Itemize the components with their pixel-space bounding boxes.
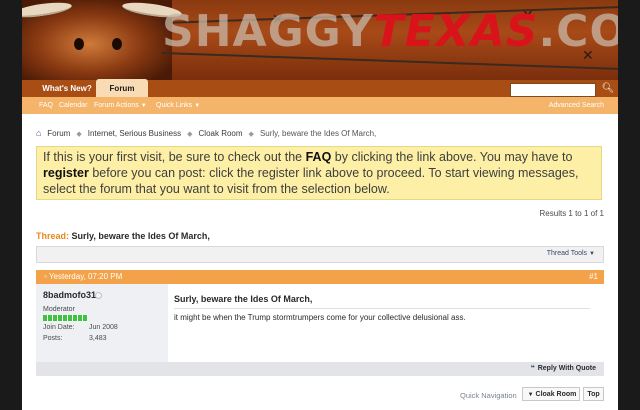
menu-quick-links[interactable]: Quick Links ▼	[156, 97, 200, 114]
posts-label: Posts:	[43, 335, 63, 342]
site-logo[interactable]: SHAGGYTEXAS.COM	[162, 2, 618, 62]
thread-label: Thread:	[36, 231, 70, 241]
breadcrumb-forum[interactable]: Forum	[47, 129, 70, 138]
search-input[interactable]	[510, 83, 596, 97]
notice-faq-link[interactable]: FAQ	[306, 150, 332, 164]
forum-actions-label: Forum Actions	[94, 102, 139, 109]
post-date-text: Yesterday, 07:20 PM	[48, 272, 123, 281]
cow-eye-left	[74, 38, 84, 50]
link-calendar[interactable]: Calendar	[59, 97, 87, 114]
page: ✕ ✕ ✕ SHAGGYTEXAS.COM What's New? Forum …	[22, 0, 618, 410]
breadcrumb-separator-icon: ◆	[187, 131, 193, 138]
post-body: Surly, beware the Ides Of March, it migh…	[168, 284, 604, 362]
thread-tools-bar: Thread Tools ▼	[36, 246, 604, 263]
site-banner[interactable]: ✕ ✕ ✕ SHAGGYTEXAS.COM	[22, 0, 618, 80]
post-footer: ❝ Reply With Quote	[36, 362, 604, 376]
quick-navigation-label: Quick Navigation	[460, 391, 517, 400]
join-date-label: Join Date:	[43, 324, 75, 331]
post-icon: ▫	[44, 272, 47, 281]
thread-tools-label: Thread Tools	[546, 250, 588, 257]
quick-nav-forum-dropdown[interactable]: ▼ Cloak Room	[522, 387, 580, 401]
tab-forum[interactable]: Forum	[96, 79, 148, 97]
reply-with-quote-label: Reply With Quote	[537, 365, 596, 372]
quick-nav-forum-label: Cloak Room	[535, 391, 577, 398]
chevron-down-icon: ▼	[589, 251, 595, 257]
reply-with-quote-button[interactable]: ❝ Reply With Quote	[531, 362, 596, 376]
tab-whats-new[interactable]: What's New?	[36, 80, 98, 97]
user-title: Moderator	[43, 306, 75, 313]
thread-heading: Thread: Surly, beware the Ides Of March,	[36, 231, 210, 241]
link-faq[interactable]: FAQ	[39, 97, 53, 114]
first-visit-notice: If this is your first visit, be sure to …	[36, 146, 602, 200]
join-date-value: Jun 2008	[89, 324, 118, 331]
offline-status-icon	[95, 292, 102, 299]
breadcrumb: ⌂ Forum ◆ Internet, Serious Business ◆ Cloak…	[36, 127, 376, 139]
cow-eye-right	[112, 38, 122, 50]
chevron-down-icon: ▼	[140, 103, 147, 109]
notice-text-1: If this is your first visit, be sure to …	[43, 150, 306, 164]
logo-com: .COM	[538, 6, 618, 57]
thread-title: Surly, beware the Ides Of March,	[71, 231, 210, 241]
post-divider	[174, 308, 590, 309]
breadcrumb-internet-serious-business[interactable]: Internet, Serious Business	[88, 129, 181, 138]
quick-links-label: Quick Links	[156, 102, 193, 109]
thread-tools-button[interactable]: Thread Tools ▼	[547, 250, 595, 257]
link-advanced-search[interactable]: Advanced Search	[549, 97, 604, 114]
posts-value: 3,483	[89, 335, 107, 342]
reputation-bar	[43, 315, 87, 321]
home-icon[interactable]: ⌂	[36, 127, 45, 139]
logo-shaggy: SHAGGY	[162, 6, 374, 57]
breadcrumb-cloak-room[interactable]: Cloak Room	[199, 129, 243, 138]
post-permalink[interactable]: #1	[589, 270, 598, 284]
post-title: Surly, beware the Ides Of March,	[174, 294, 313, 304]
search-icon[interactable]: 🔍︎	[601, 82, 615, 95]
horn-left	[22, 0, 73, 21]
results-count: Results 1 to 1 of 1	[539, 209, 604, 218]
notice-register-link[interactable]: register	[43, 166, 89, 180]
quote-icon: ❝	[530, 365, 535, 372]
logo-texas: TEXAS	[373, 6, 539, 57]
menu-forum-actions[interactable]: Forum Actions ▼	[94, 97, 147, 114]
chevron-down-icon: ▼	[527, 392, 534, 398]
post-message: it might be when the Trump stormtrumpers…	[174, 313, 466, 322]
post-user-info: 8badmofo31 Moderator Join Date: Jun 2008…	[36, 284, 168, 362]
notice-text-3: before you can post: click the register …	[43, 166, 579, 196]
post-header: ▫ Yesterday, 07:20 PM #1	[36, 270, 604, 284]
post-date: ▫ Yesterday, 07:20 PM	[44, 270, 122, 284]
breadcrumb-separator-icon: ◆	[76, 131, 82, 138]
longhorn-image	[22, 0, 183, 80]
username-link[interactable]: 8badmofo31	[43, 290, 96, 300]
breadcrumb-separator-icon: ◆	[248, 131, 254, 138]
notice-text-2: by clicking the link above. You may have…	[331, 150, 573, 164]
top-button[interactable]: Top	[583, 387, 604, 401]
chevron-down-icon: ▼	[194, 103, 201, 109]
breadcrumb-current: Surly, beware the Ides Of March,	[259, 129, 377, 138]
